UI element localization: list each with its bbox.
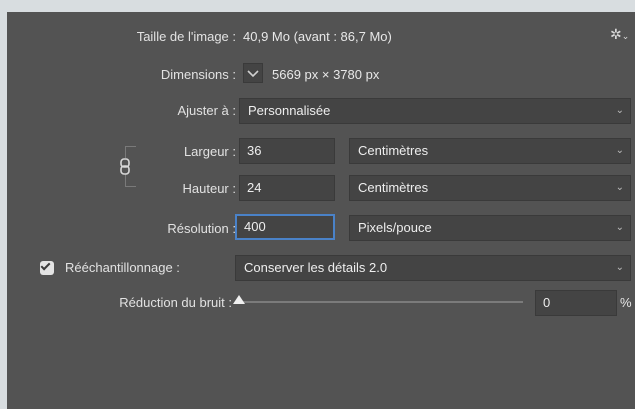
chevron-down-icon: ⌄ [615, 105, 624, 116]
resolution-label: Résolution : [167, 221, 236, 236]
gear-icon[interactable]: ✲⌄ [610, 26, 629, 43]
image-size-value: 40,9 Mo (avant : 86,7 Mo) [243, 29, 392, 44]
width-input[interactable]: 36 [239, 138, 335, 164]
resolution-unit-value: Pixels/pouce [358, 220, 432, 235]
noise-reduction-slider-track[interactable] [239, 301, 523, 303]
link-bracket-bottom [125, 186, 136, 187]
fit-to-value: Personnalisée [248, 103, 331, 118]
height-unit-value: Centimètres [358, 180, 429, 195]
resample-method-value: Conserver les détails 2.0 [244, 260, 388, 275]
chevron-down-icon: ⌄ [615, 182, 624, 193]
resolution-unit-select[interactable]: Pixels/pouce ⌄ [349, 215, 631, 241]
checkmark-icon [40, 260, 51, 271]
image-size-dialog: Taille de l'image : 40,9 Mo (avant : 86,… [7, 12, 635, 409]
chevron-down-icon: ⌄ [615, 262, 624, 273]
link-bracket-top [125, 146, 136, 147]
noise-reduction-unit: % [620, 295, 632, 310]
chevron-down-icon: ⌄ [615, 222, 624, 233]
dimensions-label: Dimensions : [160, 67, 236, 82]
dimensions-unit-dropdown[interactable] [243, 63, 263, 83]
dimensions-value: 5669 px × 3780 px [272, 67, 380, 82]
chain-link-icon[interactable] [116, 157, 136, 177]
resample-checkbox[interactable] [40, 260, 54, 275]
chevron-down-icon [247, 70, 259, 78]
width-unit-select[interactable]: Centimètres ⌄ [349, 138, 631, 164]
width-unit-value: Centimètres [358, 143, 429, 158]
resample-label: Rééchantillonnage : [65, 260, 180, 275]
height-label: Hauteur : [182, 181, 236, 196]
fit-to-label: Ajuster à : [177, 103, 236, 118]
fit-to-select[interactable]: Personnalisée ⌄ [239, 98, 631, 124]
height-input[interactable]: 24 [239, 175, 335, 201]
width-label: Largeur : [183, 144, 236, 159]
resolution-input[interactable]: 400 [235, 214, 335, 240]
noise-reduction-input[interactable]: 0 [535, 290, 617, 316]
height-unit-select[interactable]: Centimètres ⌄ [349, 175, 631, 201]
noise-reduction-label: Réduction du bruit : [119, 295, 232, 310]
resample-method-select[interactable]: Conserver les détails 2.0 ⌄ [235, 255, 631, 281]
chevron-down-icon: ⌄ [615, 145, 624, 156]
noise-reduction-slider-thumb[interactable] [233, 295, 245, 304]
image-size-label: Taille de l'image : [136, 29, 236, 44]
